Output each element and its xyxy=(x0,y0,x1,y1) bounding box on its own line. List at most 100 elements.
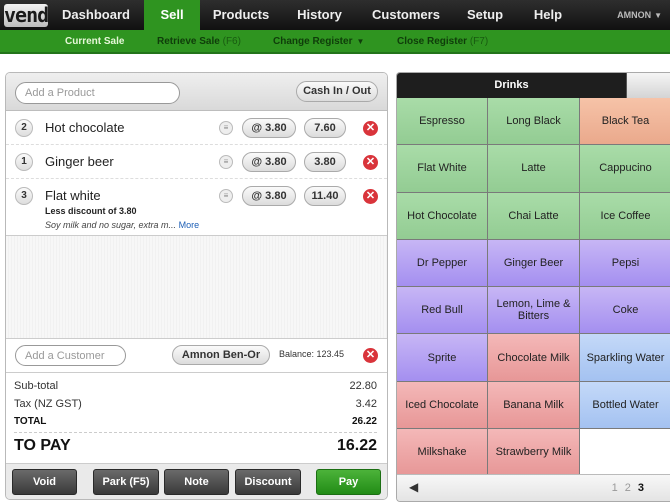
change-register-label: Change Register xyxy=(273,36,353,47)
remove-icon[interactable]: ✕ xyxy=(363,189,378,204)
product-tile[interactable]: Coke xyxy=(580,287,670,335)
sale-actions: Void Park (F5) Note Discount Pay xyxy=(6,463,387,499)
line-unit-price[interactable]: @ 3.80 xyxy=(242,186,296,206)
vend-logo[interactable]: vend xyxy=(4,3,49,27)
tax-value: 3.42 xyxy=(355,398,377,410)
park-button[interactable]: Park (F5) xyxy=(93,469,159,495)
product-tile[interactable]: Lemon, Lime & Bitters xyxy=(488,287,580,335)
page-link[interactable]: 3 xyxy=(638,482,644,494)
quick-keys-tabs: Drinks xyxy=(397,73,670,98)
product-tile[interactable]: Dr Pepper xyxy=(397,239,488,288)
page-link[interactable]: 1 xyxy=(612,482,618,494)
product-tile[interactable]: Banana Milk xyxy=(488,381,580,430)
product-tile[interactable]: Chocolate Milk xyxy=(488,334,580,382)
product-tile[interactable]: Bottled Water xyxy=(580,381,670,430)
retrieve-sale-label: Retrieve Sale xyxy=(157,36,220,47)
to-pay-row: TO PAY 16.22 xyxy=(14,437,377,455)
caret-down-icon: ▼ xyxy=(356,37,365,46)
empty-line-area xyxy=(6,236,387,339)
subtotal-row: Sub-total 22.80 xyxy=(14,380,377,392)
product-tile[interactable]: Sparkling Water xyxy=(580,334,670,382)
product-tile[interactable]: Long Black xyxy=(488,98,580,146)
empty-tile xyxy=(580,429,670,477)
user-menu[interactable]: AMNON ▼ xyxy=(617,0,662,30)
product-tile[interactable]: Pepsi xyxy=(580,239,670,288)
product-tile[interactable]: Milkshake xyxy=(397,429,488,477)
cash-in-out-button[interactable]: Cash In / Out xyxy=(296,81,378,102)
line-unit-price[interactable]: @ 3.80 xyxy=(242,152,296,172)
close-register-label: Close Register xyxy=(397,36,468,47)
remove-icon[interactable]: ✕ xyxy=(363,121,378,136)
tab-empty[interactable] xyxy=(626,73,670,98)
product-tile[interactable]: Sprite xyxy=(397,334,488,382)
product-tile[interactable]: Red Bull xyxy=(397,287,488,335)
nav-dashboard[interactable]: Dashboard xyxy=(48,0,144,30)
line-item: 1 Ginger beer ≡ @ 3.80 3.80 ✕ xyxy=(6,145,387,179)
product-tile[interactable]: Flat White xyxy=(397,145,488,193)
page-numbers: 123 xyxy=(605,482,644,494)
nav-sell[interactable]: Sell xyxy=(144,0,200,30)
product-tile[interactable]: Hot Chocolate xyxy=(397,192,488,240)
line-product-name: Hot chocolate xyxy=(45,120,125,135)
note-icon[interactable]: ≡ xyxy=(219,121,233,135)
customer-name-badge[interactable]: Amnon Ben-Or xyxy=(172,345,270,365)
add-product-input[interactable] xyxy=(15,82,180,104)
line-item: 3 Flat white Less discount of 3.80 Soy m… xyxy=(6,179,387,236)
line-quantity[interactable]: 3 xyxy=(15,187,33,205)
line-amount[interactable]: 7.60 xyxy=(304,118,346,138)
product-tile[interactable]: Iced Chocolate xyxy=(397,381,488,430)
note-button[interactable]: Note xyxy=(164,469,229,495)
sub-nav: Current Sale Retrieve Sale (F6) Change R… xyxy=(0,30,670,54)
subnav-change-register[interactable]: Change Register ▼ xyxy=(273,36,364,47)
totals: Sub-total 22.80 Tax (NZ GST) 3.42 TOTAL … xyxy=(6,373,387,459)
pager: ◀ 123 xyxy=(397,474,670,501)
product-tile[interactable]: Ice Coffee xyxy=(580,192,670,240)
customer-row: Amnon Ben-Or Balance: 123.45 ✕ xyxy=(6,339,387,373)
nav-setup[interactable]: Setup xyxy=(455,0,515,30)
subnav-close-register[interactable]: Close Register (F7) xyxy=(397,36,488,47)
line-amount[interactable]: 3.80 xyxy=(304,152,346,172)
subnav-retrieve-sale[interactable]: Retrieve Sale (F6) xyxy=(157,36,241,47)
line-quantity[interactable]: 1 xyxy=(15,153,33,171)
product-tile[interactable]: Strawberry Milk xyxy=(488,429,580,477)
subtotal-label: Sub-total xyxy=(14,380,59,392)
product-tile[interactable]: Black Tea xyxy=(580,98,670,146)
line-quantity[interactable]: 2 xyxy=(15,119,33,137)
prev-page-icon[interactable]: ◀ xyxy=(409,480,418,494)
line-note-text: Soy milk and no sugar, extra m... xyxy=(45,220,177,230)
page-link[interactable]: 2 xyxy=(625,482,631,494)
line-item: 2 Hot chocolate ≡ @ 3.80 7.60 ✕ xyxy=(6,111,387,145)
nav-products[interactable]: Products xyxy=(200,0,282,30)
line-discount: Less discount of 3.80 xyxy=(45,206,137,216)
top-nav: vend Dashboard Sell Products History Cus… xyxy=(0,0,670,30)
divider xyxy=(14,432,377,433)
void-button[interactable]: Void xyxy=(12,469,77,495)
user-name: AMNON xyxy=(617,10,652,20)
nav-customers[interactable]: Customers xyxy=(357,0,455,30)
tax-label: Tax (NZ GST) xyxy=(14,398,82,410)
product-tile[interactable]: Cappucino xyxy=(580,145,670,193)
total-row: TOTAL 26.22 xyxy=(14,416,377,427)
note-icon[interactable]: ≡ xyxy=(219,189,233,203)
subnav-current-sale[interactable]: Current Sale xyxy=(65,36,124,47)
product-tile[interactable]: Latte xyxy=(488,145,580,193)
nav-help[interactable]: Help xyxy=(515,0,581,30)
discount-button[interactable]: Discount xyxy=(235,469,301,495)
product-tile[interactable]: Chai Latte xyxy=(488,192,580,240)
to-pay-value: 16.22 xyxy=(336,437,377,454)
product-tile[interactable]: Espresso xyxy=(397,98,488,146)
line-amount[interactable]: 11.40 xyxy=(304,186,346,206)
add-customer-input[interactable] xyxy=(15,345,126,366)
tab-drinks[interactable]: Drinks xyxy=(397,73,626,98)
note-icon[interactable]: ≡ xyxy=(219,155,233,169)
line-unit-price[interactable]: @ 3.80 xyxy=(242,118,296,138)
line-product-name: Flat white xyxy=(45,188,101,203)
sale-header: Cash In / Out xyxy=(6,73,387,111)
remove-customer-icon[interactable]: ✕ xyxy=(363,348,378,363)
pay-button[interactable]: Pay xyxy=(316,469,381,495)
product-tile[interactable]: Ginger Beer xyxy=(488,239,580,288)
subtotal-value: 22.80 xyxy=(349,380,377,392)
more-link[interactable]: More xyxy=(179,220,200,230)
nav-history[interactable]: History xyxy=(282,0,357,30)
remove-icon[interactable]: ✕ xyxy=(363,155,378,170)
